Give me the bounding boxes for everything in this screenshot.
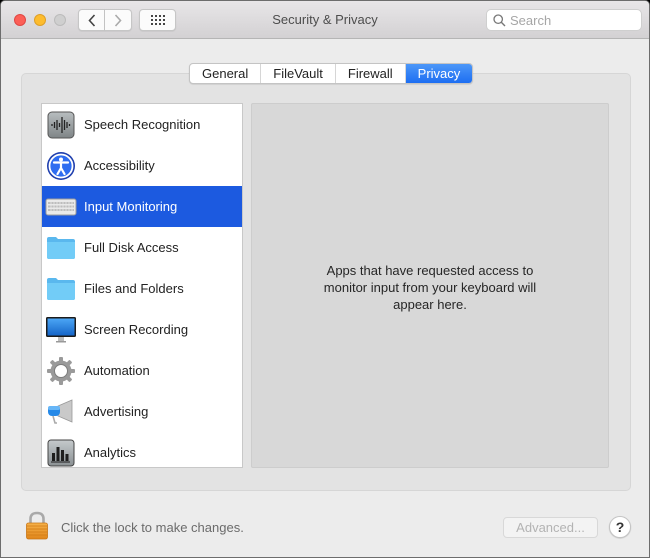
accessibility-icon	[45, 150, 77, 182]
advanced-button[interactable]: Advanced...	[503, 517, 598, 538]
search-input[interactable]	[510, 12, 630, 28]
folder-icon	[45, 273, 77, 305]
list-item-label: Full Disk Access	[84, 240, 179, 255]
list-item-analytics[interactable]: Analytics	[42, 432, 242, 473]
list-item-label: Screen Recording	[84, 322, 189, 337]
list-item-files-and-folders[interactable]: Files and Folders	[42, 268, 242, 309]
folder-icon	[45, 232, 77, 264]
keyboard-icon	[45, 191, 77, 223]
privacy-category-list[interactable]: Speech Recognition Accessibility Input M…	[41, 103, 243, 468]
display-icon	[45, 314, 77, 346]
tab-filevault[interactable]: FileVault	[261, 64, 336, 83]
app-list-panel: Apps that have requested access to monit…	[251, 103, 609, 468]
tab-bar: General FileVault Firewall Privacy	[189, 63, 474, 84]
empty-state-message: Apps that have requested access to monit…	[323, 263, 537, 312]
list-item-advertising[interactable]: Advertising	[42, 391, 242, 432]
list-item-full-disk-access[interactable]: Full Disk Access	[42, 227, 242, 268]
tab-firewall[interactable]: Firewall	[336, 64, 406, 83]
gear-icon	[45, 355, 77, 387]
search-icon	[493, 13, 506, 26]
tab-general[interactable]: General	[190, 64, 262, 83]
speech-recognition-icon	[45, 109, 77, 141]
title-bar: Security & Privacy	[1, 1, 649, 39]
list-item-label: Advertising	[84, 404, 149, 419]
search-field[interactable]	[486, 9, 642, 31]
list-item-label: Analytics	[84, 445, 137, 460]
lock-button[interactable]	[25, 511, 49, 541]
list-item-input-monitoring[interactable]: Input Monitoring	[42, 186, 242, 227]
help-button[interactable]: ?	[609, 516, 631, 538]
list-item-screen-recording[interactable]: Screen Recording	[42, 309, 242, 350]
list-item-label: Accessibility	[84, 158, 155, 173]
list-item-label: Automation	[84, 363, 150, 378]
list-item-speech-recognition[interactable]: Speech Recognition	[42, 104, 242, 145]
list-item-label: Input Monitoring	[84, 199, 178, 214]
list-item-accessibility[interactable]: Accessibility	[42, 145, 242, 186]
megaphone-icon	[45, 396, 77, 428]
list-item-label: Speech Recognition	[84, 117, 201, 132]
list-item-automation[interactable]: Automation	[42, 350, 242, 391]
tab-privacy[interactable]: Privacy	[405, 64, 473, 83]
lock-status-text: Click the lock to make changes.	[61, 520, 244, 535]
security-privacy-window: Security & Privacy General FileVault Fir…	[0, 0, 650, 558]
lock-icon	[26, 511, 48, 540]
list-item-label: Files and Folders	[84, 281, 184, 296]
bar-chart-icon	[45, 437, 77, 469]
